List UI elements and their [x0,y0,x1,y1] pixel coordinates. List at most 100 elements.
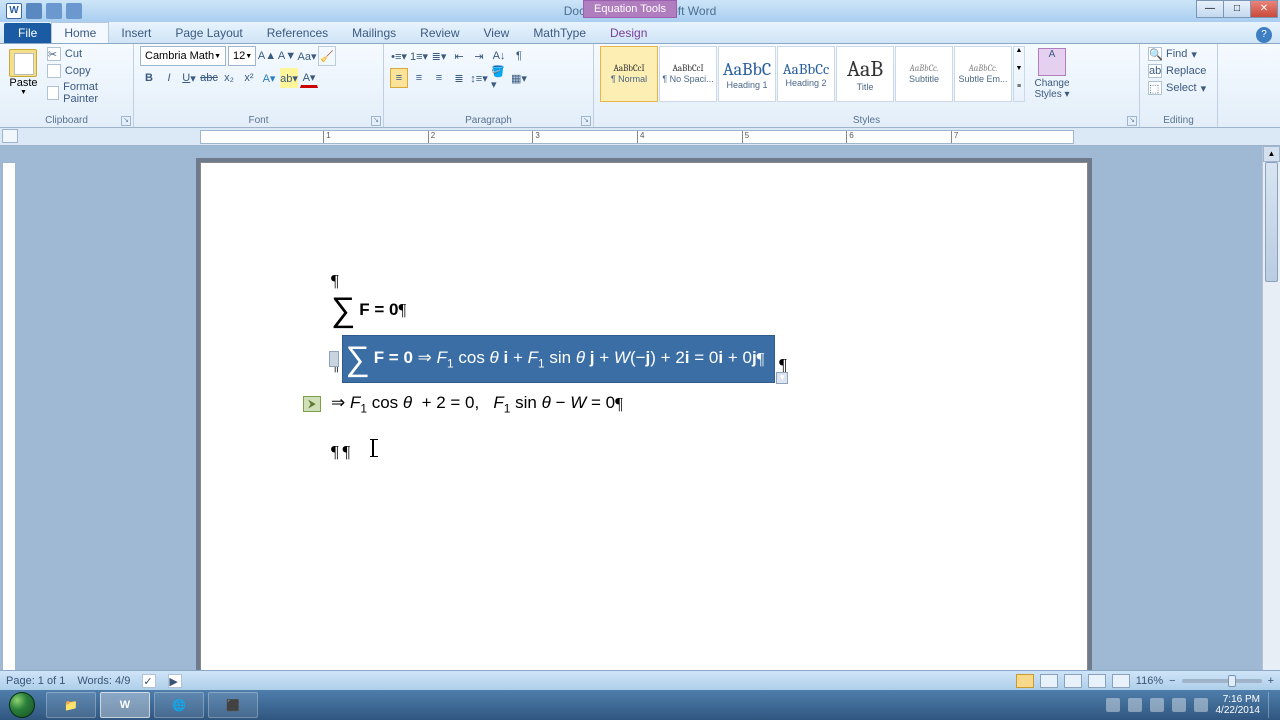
align-left-button[interactable]: ≡ [390,68,408,88]
style-heading2[interactable]: AaBbCcHeading 2 [777,46,835,102]
spellcheck-icon[interactable]: ✓ [142,674,156,688]
style-normal[interactable]: AaBbCcI¶ Normal [600,46,658,102]
status-words[interactable]: Words: 4/9 [77,675,130,687]
zoom-in-button[interactable]: + [1268,675,1274,687]
bullets-button[interactable]: •≡▾ [390,46,408,66]
taskbar-explorer[interactable]: 📁 [46,692,96,718]
show-desktop-button[interactable] [1268,692,1276,718]
tab-insert[interactable]: Insert [109,23,163,43]
shading-button[interactable]: 🪣▾ [490,68,508,88]
tab-home[interactable]: Home [51,22,109,43]
vertical-ruler[interactable] [2,162,16,688]
zoom-out-button[interactable]: − [1169,675,1175,687]
taskbar-app[interactable]: ⬛ [208,692,258,718]
styles-gallery[interactable]: AaBbCcI¶ Normal AaBbCcI¶ No Spaci... AaB… [600,46,1025,102]
full-screen-view[interactable] [1040,674,1058,688]
gallery-down[interactable]: ▼ [1014,65,1024,83]
tab-design[interactable]: Design [598,23,659,43]
multilevel-button[interactable]: ≣▾ [430,46,448,66]
numbering-button[interactable]: 1≡▾ [410,46,428,66]
equation-2-selected[interactable]: ∑ F = 0 ⇒ F1 cos θ i + F1 sin θ j + W(−j… [342,335,775,383]
style-title[interactable]: AaBTitle [836,46,894,102]
align-center-button[interactable]: ≡ [410,68,428,88]
paragraph-launcher[interactable]: ↘ [581,116,591,126]
replace-button[interactable]: abReplace [1146,63,1211,79]
style-heading1[interactable]: AaBbCHeading 1 [718,46,776,102]
decrease-indent-button[interactable]: ⇤ [450,46,468,66]
justify-button[interactable]: ≣ [450,68,468,88]
line-spacing-button[interactable]: ↕≡▾ [470,68,488,88]
bold-button[interactable]: B [140,68,158,88]
styles-launcher[interactable]: ↘ [1127,116,1137,126]
close-button[interactable]: ✕ [1250,0,1278,18]
tab-page-layout[interactable]: Page Layout [163,23,254,43]
font-name-combo[interactable]: Cambria Math▼ [140,46,226,66]
vertical-scrollbar[interactable]: ▲ ▼ [1262,146,1280,690]
taskbar-clock[interactable]: 7:16 PM 4/22/2014 [1216,694,1261,716]
save-icon[interactable] [26,3,42,19]
undo-icon[interactable] [46,3,62,19]
word-icon[interactable]: W [6,3,22,19]
borders-button[interactable]: ▦▾ [510,68,528,88]
horizontal-ruler[interactable]: 1 2 3 4 5 6 7 [200,130,1074,144]
style-subtitle[interactable]: AaBbCc.Subtitle [895,46,953,102]
tab-references[interactable]: References [255,23,340,43]
tab-mathtype[interactable]: MathType [521,23,598,43]
tab-view[interactable]: View [472,23,522,43]
help-icon[interactable]: ? [1256,27,1272,43]
maximize-button[interactable]: □ [1223,0,1251,18]
find-button[interactable]: 🔍Find ▾ [1146,46,1211,62]
sort-button[interactable]: A↓ [490,46,508,66]
style-subtle-em[interactable]: AaBbCc.Subtle Em... [954,46,1012,102]
equation-1[interactable]: ∑F = 0¶ [331,293,957,327]
equation-handle[interactable] [329,351,339,367]
scroll-thumb[interactable] [1265,162,1278,282]
start-button[interactable] [0,690,44,720]
select-button[interactable]: ⬚Select ▾ [1146,80,1211,96]
show-marks-button[interactable]: ¶ [510,46,528,66]
cut-button[interactable]: ✂Cut [45,46,127,62]
tab-mailings[interactable]: Mailings [340,23,408,43]
web-layout-view[interactable] [1064,674,1082,688]
clipboard-launcher[interactable]: ↘ [121,116,131,126]
superscript-button[interactable]: x² [240,68,258,88]
equation-options-icon[interactable]: ▼ [776,372,788,384]
taskbar-chrome[interactable]: 🌐 [154,692,204,718]
copy-button[interactable]: Copy [45,63,127,79]
shrink-font-button[interactable]: A▼ [278,46,296,66]
increase-indent-button[interactable]: ⇥ [470,46,488,66]
scroll-up-button[interactable]: ▲ [1263,146,1280,162]
change-styles-button[interactable]: A Change Styles ▾ [1029,46,1075,100]
redo-icon[interactable] [66,3,82,19]
align-right-button[interactable]: ≡ [430,68,448,88]
style-no-spacing[interactable]: AaBbCcI¶ No Spaci... [659,46,717,102]
grow-font-button[interactable]: A▲ [258,46,276,66]
macro-icon[interactable]: ▶ [168,674,182,688]
clear-formatting-button[interactable]: 🧹 [318,46,336,66]
page[interactable]: ¶ ∑F = 0¶ ¶ ∑ F = 0 ⇒ F1 cos θ i + F1 si… [200,162,1088,690]
italic-button[interactable]: I [160,68,178,88]
change-case-button[interactable]: Aa▾ [298,46,316,66]
paste-button[interactable]: Paste ▼ [6,46,41,108]
tray-icon[interactable] [1150,698,1164,712]
strikethrough-button[interactable]: abc [200,68,218,88]
tray-icon[interactable] [1106,698,1120,712]
volume-icon[interactable] [1194,698,1208,712]
tab-file[interactable]: File [4,23,51,43]
tray-icon[interactable] [1128,698,1142,712]
equation-handle-icon[interactable]: ⮞ [303,396,321,412]
font-launcher[interactable]: ↘ [371,116,381,126]
highlight-button[interactable]: ab▾ [280,68,298,88]
font-color-button[interactable]: A▾ [300,68,318,88]
network-icon[interactable] [1172,698,1186,712]
subscript-button[interactable]: x₂ [220,68,238,88]
tab-selector[interactable] [2,129,18,143]
underline-button[interactable]: U▾ [180,68,198,88]
gallery-up[interactable]: ▲ [1014,47,1024,65]
zoom-slider[interactable] [1182,679,1262,683]
gallery-more[interactable]: ≡ [1014,83,1024,101]
format-painter-button[interactable]: Format Painter [45,80,127,106]
font-size-combo[interactable]: 12▼ [228,46,256,66]
draft-view[interactable] [1112,674,1130,688]
zoom-level[interactable]: 116% [1136,675,1163,687]
